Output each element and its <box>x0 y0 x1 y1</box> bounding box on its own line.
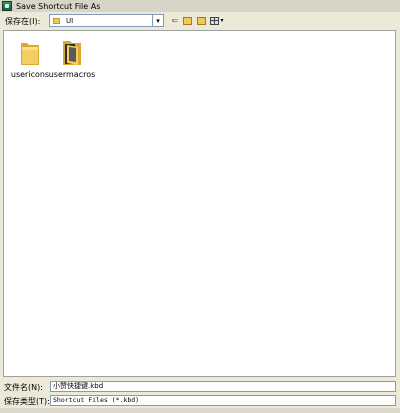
save-in-label: 保存在(I): <box>5 17 41 26</box>
location-dropdown[interactable]: UI ▾ <box>49 14 164 27</box>
filetype-dropdown[interactable]: Shortcut Files (*.kbd) <box>50 395 396 406</box>
back-arrow-icon: ⇐ <box>171 16 179 25</box>
file-list[interactable]: usericons usermacros <box>3 30 396 377</box>
new-folder-button[interactable] <box>196 15 206 26</box>
view-menu-button[interactable]: ▾ <box>209 15 225 26</box>
filetype-row: 保存类型(T): Shortcut Files (*.kbd) <box>0 394 400 407</box>
chevron-down-icon: ▾ <box>220 17 224 24</box>
back-button[interactable]: ⇐ <box>171 15 179 26</box>
folder-open-icon <box>63 41 81 65</box>
new-folder-icon <box>196 16 206 25</box>
file-item-usericons[interactable]: usericons <box>6 35 54 81</box>
file-name: usericons <box>10 70 50 79</box>
up-folder-icon <box>182 16 192 25</box>
location-text: UI <box>66 16 74 25</box>
file-name: usermacros <box>48 70 96 79</box>
file-item-usermacros[interactable]: usermacros <box>48 35 96 81</box>
view-grid-icon <box>210 16 220 25</box>
filename-label: 文件名(N): <box>4 383 43 392</box>
folder-icon <box>53 17 60 24</box>
chevron-down-icon[interactable]: ▾ <box>152 15 163 26</box>
bottom-edge <box>0 408 400 413</box>
app-icon <box>2 1 12 11</box>
up-folder-button[interactable] <box>182 15 192 26</box>
filetype-label: 保存类型(T): <box>4 397 50 406</box>
filename-input[interactable]: 小赞快捷键.kbd <box>50 381 396 392</box>
location-toolbar: 保存在(I): UI ▾ ⇐ ▾ <box>0 12 400 30</box>
title-bar[interactable]: Save Shortcut File As <box>0 0 400 12</box>
folder-icon <box>21 43 39 65</box>
filename-row: 文件名(N): 小赞快捷键.kbd <box>0 380 400 393</box>
window-title: Save Shortcut File As <box>16 1 101 11</box>
